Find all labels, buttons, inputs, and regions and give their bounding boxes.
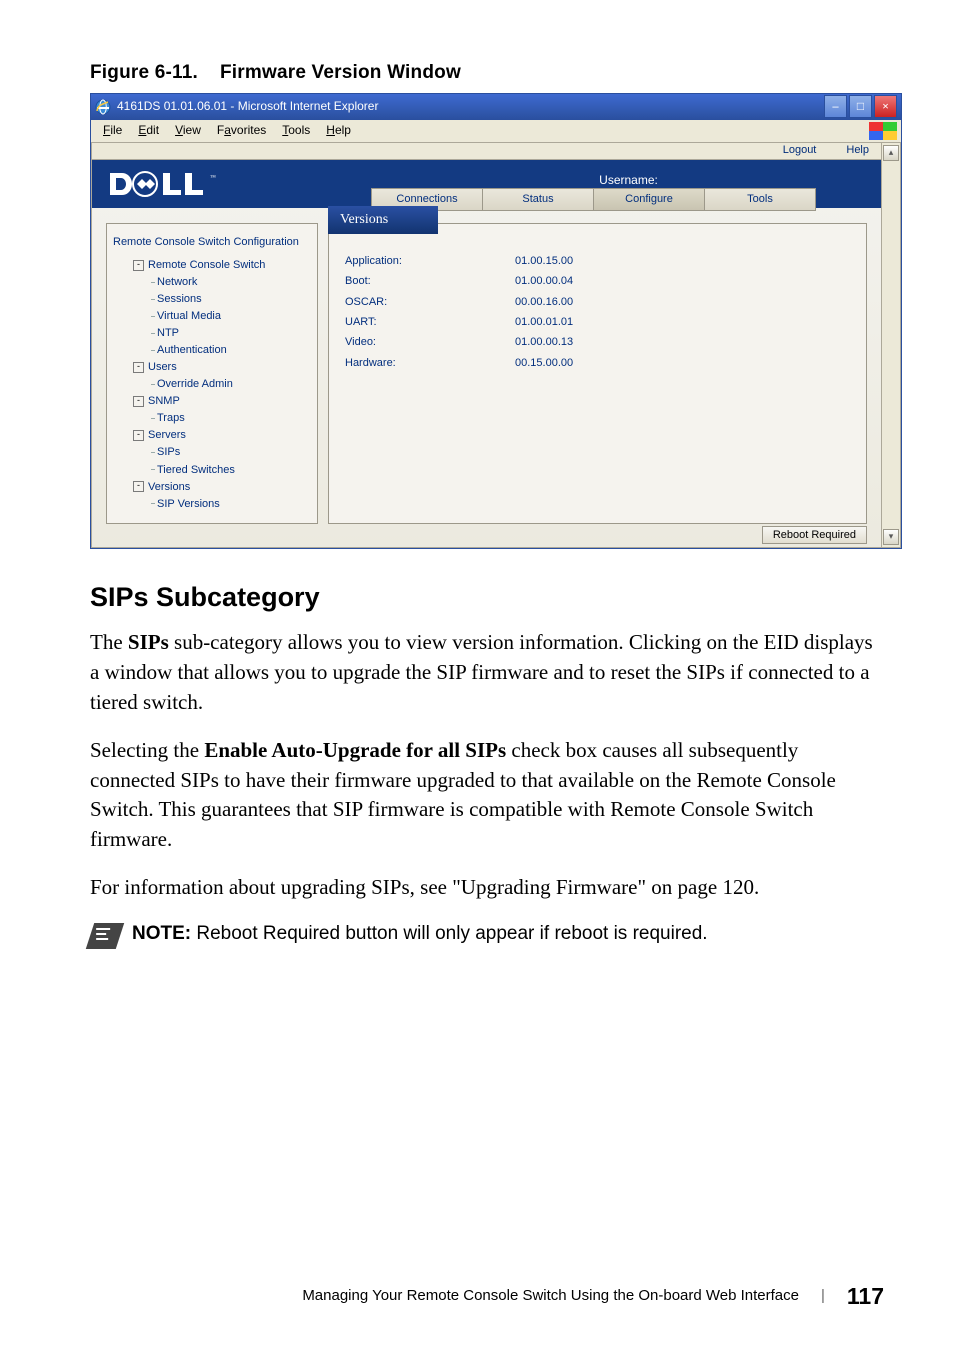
tree-item[interactable]: Authentication [113, 342, 311, 359]
note-block: NOTE: Reboot Required button will only a… [90, 921, 884, 949]
tree-toggle-icon[interactable]: - [133, 260, 144, 271]
tree-item[interactable]: Virtual Media [113, 308, 311, 325]
menu-file[interactable]: File [95, 122, 130, 139]
paragraph-3: For information about upgrading SIPs, se… [90, 873, 884, 903]
tree-item[interactable]: SIP Versions [113, 496, 311, 513]
tree-item-label: SIP Versions [157, 498, 220, 510]
maximize-button[interactable]: □ [849, 95, 872, 118]
tree-item[interactable]: Tiered Switches [113, 462, 311, 479]
windows-flag-icon [869, 122, 897, 140]
sidebar-header: Remote Console Switch Configuration [113, 234, 311, 251]
help-link[interactable]: Help [846, 143, 869, 158]
minimize-button[interactable]: – [824, 95, 847, 118]
version-label: Application: [345, 254, 515, 269]
tab-configure[interactable]: Configure [593, 188, 705, 211]
vertical-scrollbar[interactable]: ▴ ▾ [881, 143, 900, 547]
config-sidebar: Remote Console Switch Configuration -Rem… [106, 223, 318, 524]
tree-item[interactable]: -Servers [113, 427, 311, 444]
section-heading: SIPs Subcategory [90, 579, 884, 617]
scroll-up-icon[interactable]: ▴ [883, 145, 899, 161]
tree-item[interactable]: Network [113, 274, 311, 291]
note-text: NOTE: Reboot Required button will only a… [132, 921, 708, 948]
tree-item[interactable]: -Users [113, 359, 311, 376]
tree-item[interactable]: Traps [113, 410, 311, 427]
menu-tools[interactable]: Tools [274, 122, 318, 139]
tab-status[interactable]: Status [482, 188, 594, 211]
ie-icon [95, 99, 111, 115]
tree-item-label: SIPs [157, 446, 180, 458]
top-link-row: Logout Help [92, 143, 881, 160]
tree-item-label: Sessions [157, 293, 202, 305]
version-value: 01.00.01.01 [515, 315, 850, 330]
tree-item-label: Traps [157, 412, 185, 424]
tree-item[interactable]: Sessions [113, 291, 311, 308]
reboot-required-button[interactable]: Reboot Required [762, 526, 867, 544]
tree-toggle-icon[interactable]: - [133, 362, 144, 373]
figure-title: Firmware Version Window [220, 62, 461, 83]
tab-tools[interactable]: Tools [704, 188, 816, 211]
version-value: 01.00.00.13 [515, 335, 850, 350]
scroll-down-icon[interactable]: ▾ [883, 529, 899, 545]
version-value: 01.00.00.04 [515, 274, 850, 289]
client-area: Logout Help ™ [91, 143, 901, 548]
tree-item-label: Override Admin [157, 378, 233, 390]
tree-item[interactable]: Override Admin [113, 376, 311, 393]
main-panel: Versions Application:01.00.15.00Boot:01.… [328, 223, 867, 524]
paragraph-2: Selecting the Enable Auto-Upgrade for al… [90, 736, 884, 855]
tree-item[interactable]: -Remote Console Switch [113, 257, 311, 274]
tree-item[interactable]: -SNMP [113, 393, 311, 410]
tree-item-label: Tiered Switches [157, 464, 235, 476]
panel-footer: Reboot Required [92, 524, 881, 547]
tree-item[interactable]: NTP [113, 325, 311, 342]
tree-item-label: Network [157, 276, 197, 288]
tab-strip: Connections Status Configure Tools [372, 188, 881, 211]
figure-caption: Figure 6-11. Firmware Version Window [90, 60, 884, 87]
tree-toggle-icon[interactable]: - [133, 430, 144, 441]
tree-item-label: Remote Console Switch [148, 259, 265, 271]
version-label: Hardware: [345, 356, 515, 371]
version-label: OSCAR: [345, 295, 515, 310]
tree-item-label: Versions [148, 481, 190, 493]
tree-item-label: Authentication [157, 344, 227, 356]
footer-separator: | [821, 1285, 825, 1306]
menu-favorites[interactable]: Favorites [209, 122, 274, 139]
menu-help[interactable]: Help [318, 122, 359, 139]
tree-toggle-icon[interactable]: - [133, 481, 144, 492]
version-label: UART: [345, 315, 515, 330]
figure-number: Figure 6-11. [90, 62, 198, 83]
tree-toggle-icon[interactable]: - [133, 396, 144, 407]
tree-item[interactable]: SIPs [113, 444, 311, 461]
tree-item[interactable]: -Versions [113, 479, 311, 496]
page-number: 117 [847, 1280, 884, 1312]
versions-grid: Application:01.00.15.00Boot:01.00.00.04O… [329, 224, 866, 371]
version-value: 00.15.00.00 [515, 356, 850, 371]
tree-item-label: Virtual Media [157, 310, 221, 322]
menu-view[interactable]: View [167, 122, 209, 139]
paragraph-1: The SIPs sub-category allows you to view… [90, 628, 884, 717]
tree-item-label: SNMP [148, 395, 180, 407]
note-icon [86, 923, 124, 949]
menu-edit[interactable]: Edit [130, 122, 167, 139]
dell-logo: ™ [92, 160, 376, 208]
close-button[interactable]: × [874, 95, 897, 118]
version-value: 01.00.15.00 [515, 254, 850, 269]
svg-text:™: ™ [210, 175, 216, 181]
config-tree: -Remote Console SwitchNetworkSessionsVir… [113, 257, 311, 513]
title-bar: 4161DS 01.01.06.01 - Microsoft Internet … [91, 94, 901, 120]
version-value: 00.00.16.00 [515, 295, 850, 310]
menu-bar: File Edit View Favorites Tools Help [91, 120, 901, 143]
page-footer: Managing Your Remote Console Switch Usin… [90, 1280, 884, 1312]
tree-item-label: Servers [148, 429, 186, 441]
ie-window: 4161DS 01.01.06.01 - Microsoft Internet … [90, 93, 902, 549]
logout-link[interactable]: Logout [783, 143, 817, 158]
tree-item-label: NTP [157, 327, 179, 339]
window-title: 4161DS 01.01.06.01 - Microsoft Internet … [117, 98, 822, 115]
panel-heading: Versions [328, 206, 438, 234]
username-label: Username: [376, 172, 881, 189]
version-label: Boot: [345, 274, 515, 289]
version-label: Video: [345, 335, 515, 350]
tree-item-label: Users [148, 361, 177, 373]
footer-text: Managing Your Remote Console Switch Usin… [302, 1285, 799, 1306]
